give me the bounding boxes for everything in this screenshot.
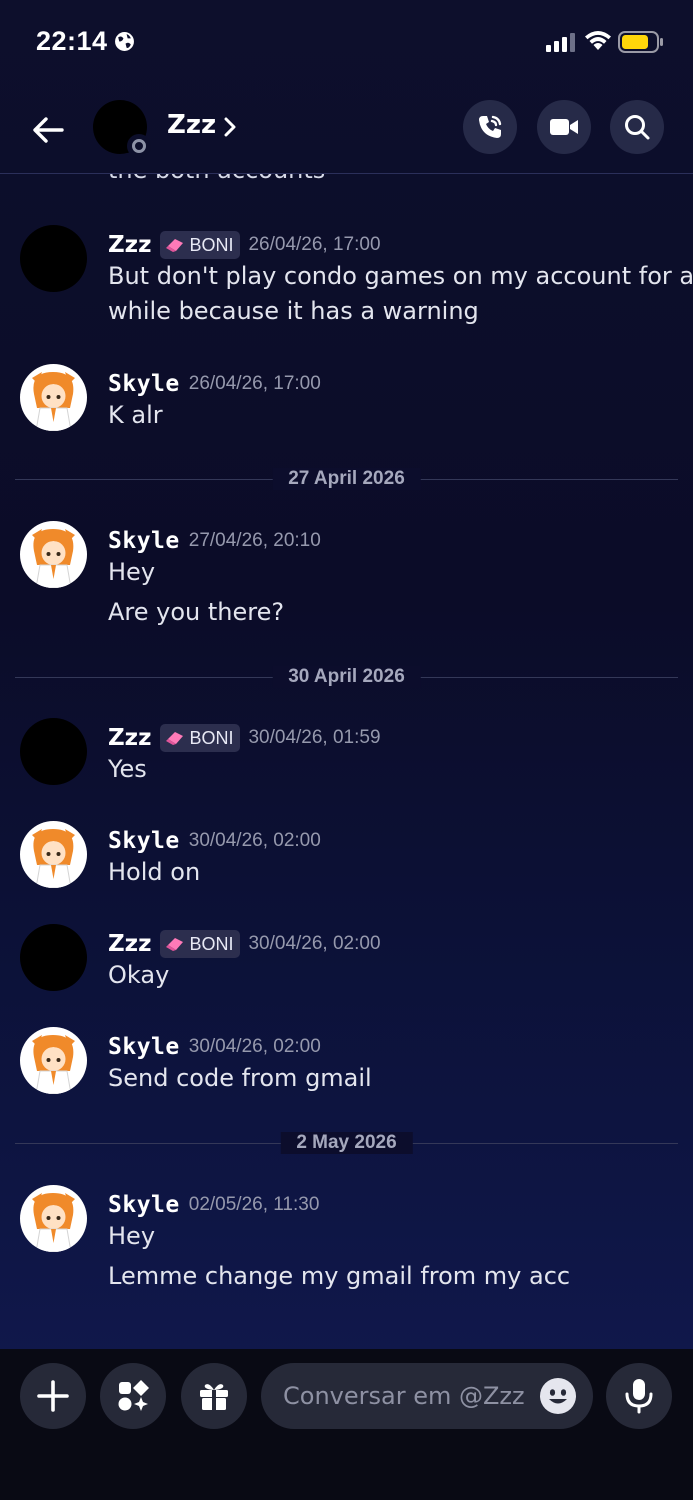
message-header: Skyle 30/04/26, 02:00 [108,826,321,856]
back-arrow-icon[interactable] [28,110,68,150]
message-text: Hey [108,558,156,586]
offline-status-icon [127,134,151,158]
avatar[interactable] [20,225,87,292]
username[interactable]: Skyle [108,828,180,854]
timestamp: 26/04/26, 17:00 [188,373,321,394]
globe-icon [115,32,134,51]
gift-icon [200,1384,228,1410]
guild-tag-label: BONI [189,933,234,954]
anime-character-avatar [32,1193,75,1252]
username[interactable]: Skyle [108,1192,180,1218]
message-text: But don't play condo games on my account… [108,262,693,290]
status-bar: 22:14 [0,0,693,84]
message-input[interactable] [283,1363,533,1429]
message-text: Hey [108,1222,156,1250]
message-header: Zzz BONI 30/04/26, 02:00 [108,929,381,959]
microphone-icon [625,1379,653,1414]
date-divider: 30 April 2026 [15,663,678,693]
timestamp: 27/04/26, 20:10 [188,530,321,551]
message-text: while because it has a warning [108,297,479,325]
username[interactable]: Zzz [108,931,151,957]
chat-header: Zzz [0,84,693,174]
message-text: Are you there? [108,598,285,626]
eraser-icon [166,732,184,745]
anime-character-avatar [32,1035,75,1094]
message-text: Yes [108,755,147,783]
message-header: Skyle 30/04/26, 02:00 [108,1032,321,1062]
anime-character-avatar [32,529,75,588]
plus-icon [37,1380,69,1412]
date-divider: 27 April 2026 [15,465,678,495]
anime-character-avatar [32,829,75,888]
message-composer [0,1349,693,1500]
username[interactable]: Skyle [108,528,180,554]
battery-icon [618,31,663,53]
search-icon [625,115,650,140]
avatar[interactable] [20,821,87,888]
eraser-icon [166,938,184,951]
message-text: Send code from gmail [108,1064,372,1092]
username[interactable]: Skyle [108,1034,180,1060]
video-call-icon [550,119,578,135]
guild-tag-label: BONI [189,234,234,255]
voice-message-button[interactable] [606,1363,672,1429]
apps-icon [118,1380,149,1411]
username[interactable]: Zzz [108,725,151,751]
message-list[interactable]: the both accounts Zzz BONI 26/04/26, 17:… [0,174,693,1349]
anime-character-avatar [32,372,75,431]
gift-button[interactable] [181,1363,247,1429]
guild-tag-label: BONI [189,727,234,748]
date-label: 30 April 2026 [272,666,421,688]
chevron-right-icon[interactable] [222,114,238,140]
timestamp: 02/05/26, 11:30 [188,1194,320,1215]
message-text: Lemme change my gmail from my acc [108,1262,571,1290]
eraser-icon [166,239,184,252]
emoji-icon[interactable] [539,1377,577,1415]
message-text: the both accounts [108,174,325,184]
timestamp: 30/04/26, 02:00 [188,830,321,851]
avatar[interactable] [20,1027,87,1094]
message-header: Skyle 26/04/26, 17:00 [108,369,321,399]
avatar[interactable] [20,718,87,785]
message-text: Hold on [108,858,201,886]
date-label: 27 April 2026 [272,468,421,490]
timestamp: 26/04/26, 17:00 [248,234,381,255]
guild-tag[interactable]: BONI [160,930,241,958]
status-time: 22:14 [36,26,108,56]
attach-button[interactable] [20,1363,86,1429]
date-divider: 2 May 2026 [15,1129,678,1159]
message-header: Skyle 02/05/26, 11:30 [108,1190,319,1220]
username[interactable]: Zzz [108,232,151,258]
timestamp: 30/04/26, 02:00 [248,933,381,954]
username[interactable]: Skyle [108,371,180,397]
search-button[interactable] [610,100,664,154]
message-text: K alr [108,401,163,429]
avatar[interactable] [20,924,87,991]
avatar[interactable] [20,364,87,431]
timestamp: 30/04/26, 01:59 [248,727,381,748]
voice-call-icon [479,115,502,138]
apps-button[interactable] [100,1363,166,1429]
message-text: Okay [108,961,170,989]
avatar[interactable] [20,521,87,588]
guild-tag[interactable]: BONI [160,231,241,259]
voice-call-button[interactable] [463,100,517,154]
wifi-icon [585,31,611,50]
timestamp: 30/04/26, 02:00 [188,1036,321,1057]
message-header: Zzz BONI 26/04/26, 17:00 [108,230,381,260]
date-label: 2 May 2026 [280,1132,413,1154]
avatar[interactable] [20,1185,87,1252]
guild-tag[interactable]: BONI [160,724,241,752]
message-header: Skyle 27/04/26, 20:10 [108,526,321,556]
cellular-signal-icon [546,33,575,52]
contact-name[interactable]: Zzz [167,110,216,140]
video-call-button[interactable] [537,100,591,154]
message-header: Zzz BONI 30/04/26, 01:59 [108,723,381,753]
message-input-container[interactable] [261,1363,593,1429]
